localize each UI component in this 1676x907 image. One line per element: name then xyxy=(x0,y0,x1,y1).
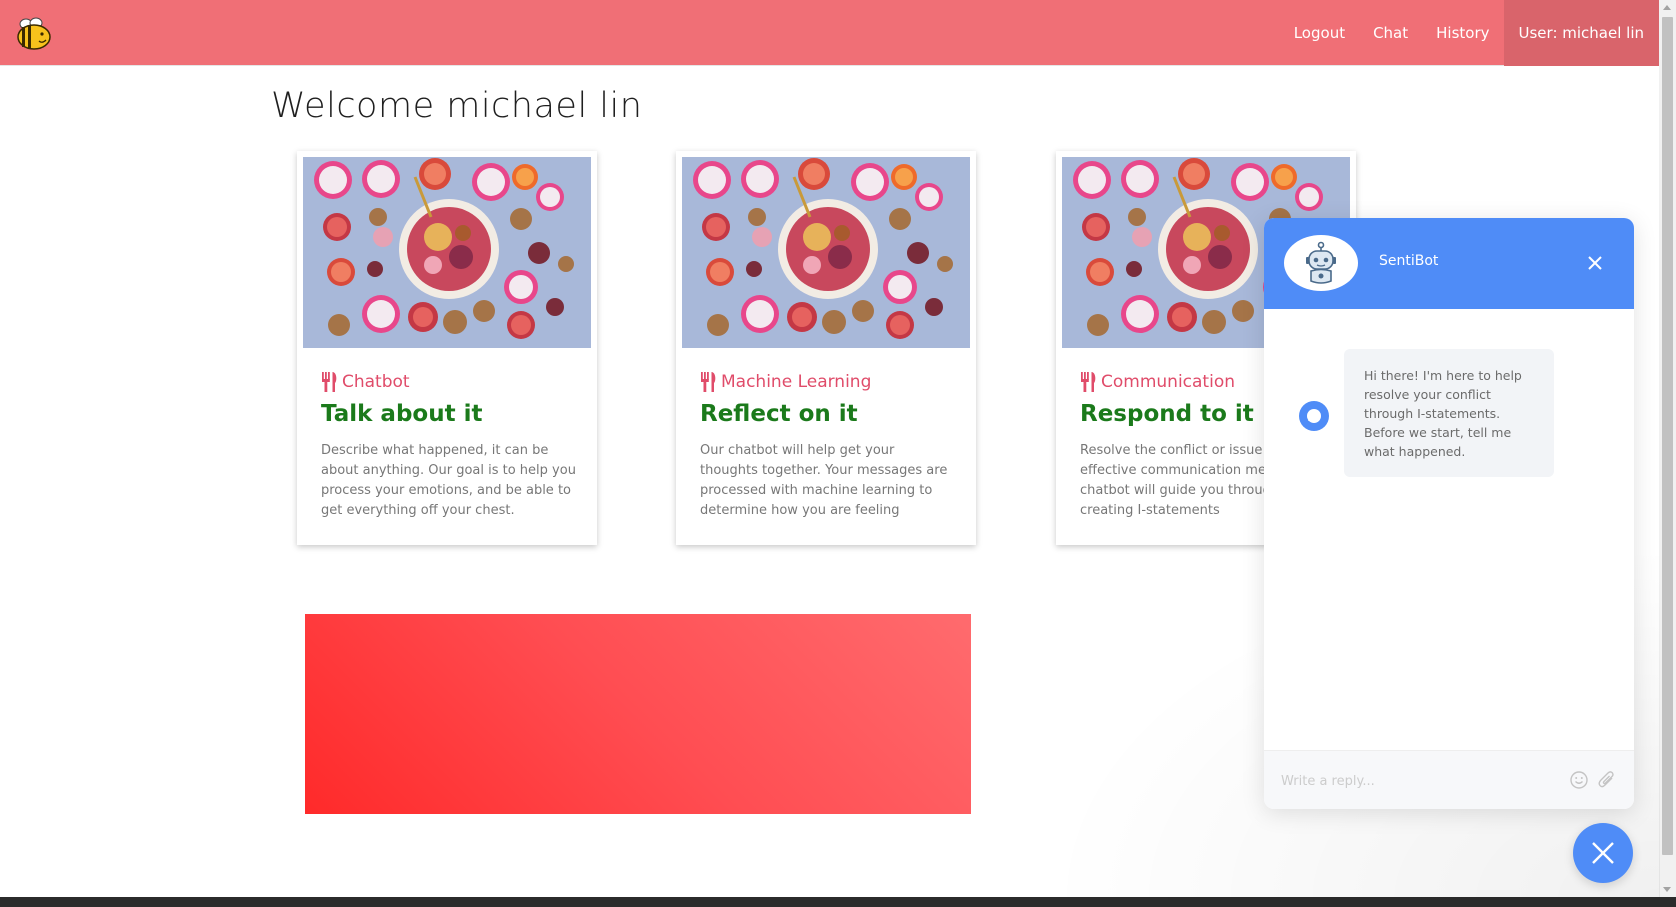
card-image xyxy=(303,157,591,348)
card-category-label: Chatbot xyxy=(342,372,410,392)
fork-knife-icon xyxy=(1080,372,1098,392)
card-title: Reflect on it xyxy=(700,401,858,427)
card-title: Talk about it xyxy=(321,401,483,427)
bee-logo-icon[interactable] xyxy=(14,16,52,52)
scroll-up-icon[interactable] xyxy=(1663,5,1671,10)
bot-avatar xyxy=(1284,235,1358,291)
card-category: Chatbot xyxy=(321,372,410,392)
card-title: Respond to it xyxy=(1080,401,1254,427)
card-description: Our chatbot will help get your thoughts … xyxy=(700,443,948,518)
bot-name: SentiBot xyxy=(1379,253,1439,269)
bot-message: Hi there! I'm here to help resolve your … xyxy=(1344,349,1554,477)
page-title: Welcome michael lin xyxy=(271,86,643,126)
scroll-thumb[interactable] xyxy=(1662,17,1673,855)
paperclip-icon[interactable] xyxy=(1597,769,1617,791)
nav-chat-link[interactable]: Chat xyxy=(1359,0,1422,66)
card-category-label: Communication xyxy=(1101,372,1235,392)
card-category-label: Machine Learning xyxy=(721,372,872,392)
chat-widget: SentiBot Hi there! I'm here to help reso… xyxy=(1264,218,1634,809)
page-scrollbar[interactable] xyxy=(1659,0,1676,897)
fork-knife-icon xyxy=(321,372,339,392)
smiley-icon[interactable] xyxy=(1569,770,1589,790)
chat-toggle-button[interactable] xyxy=(1573,823,1633,883)
scroll-down-icon[interactable] xyxy=(1663,887,1671,892)
feature-card: Chatbot Talk about it Describe what happ… xyxy=(297,151,597,545)
close-icon[interactable] xyxy=(1586,254,1604,272)
chat-input-bar xyxy=(1264,750,1634,809)
reply-input[interactable] xyxy=(1281,769,1561,793)
chat-body[interactable]: Hi there! I'm here to help resolve your … xyxy=(1264,309,1634,750)
chat-header: SentiBot xyxy=(1264,218,1634,309)
gradient-banner xyxy=(305,614,971,814)
close-icon xyxy=(1592,842,1614,864)
nav-logout-link[interactable]: Logout xyxy=(1280,0,1359,66)
nav-history-link[interactable]: History xyxy=(1422,0,1503,66)
card-image xyxy=(682,157,970,348)
feature-card: Machine Learning Reflect on it Our chatb… xyxy=(676,151,976,545)
nav-user-link[interactable]: User: michael lin xyxy=(1503,0,1659,66)
card-description: Describe what happened, it can be about … xyxy=(321,443,576,518)
card-category: Machine Learning xyxy=(700,372,871,392)
chat-bubble-icon xyxy=(1299,401,1329,431)
fork-knife-icon xyxy=(700,372,718,392)
nav-links: Logout Chat History User: michael lin xyxy=(1280,0,1659,66)
robot-icon xyxy=(1306,241,1336,284)
card-category: Communication xyxy=(1080,372,1235,392)
navbar: Logout Chat History User: michael lin xyxy=(0,0,1659,66)
